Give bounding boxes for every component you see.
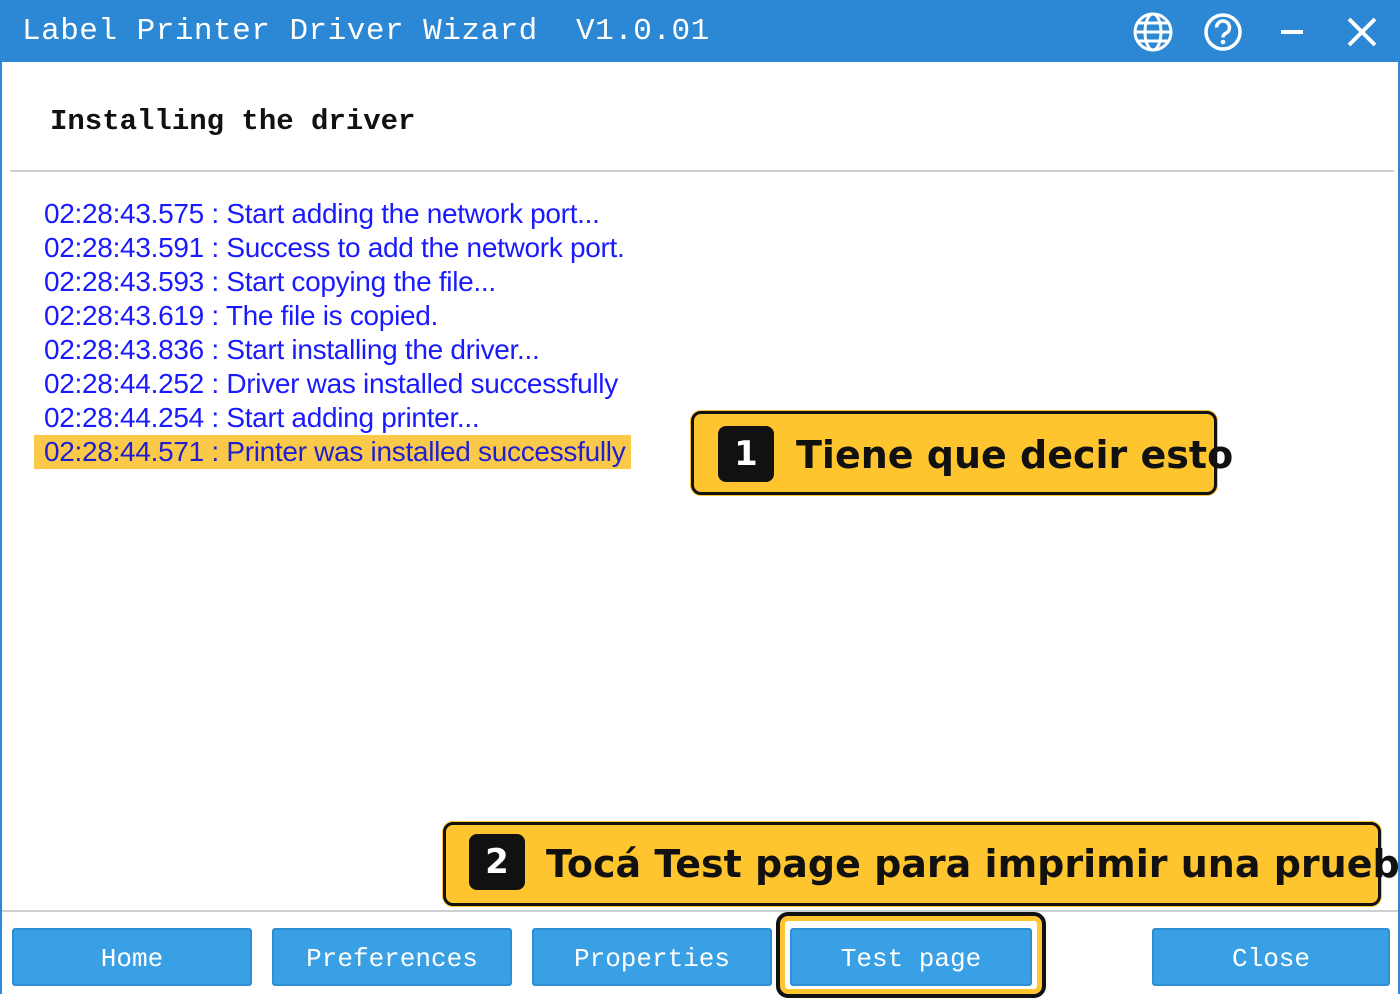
minimize-icon[interactable]	[1270, 10, 1314, 54]
log-line: 02:28:44.252 : Driver was installed succ…	[44, 368, 618, 399]
callout-2-text: Tocá Test page para imprimir una prueba	[546, 842, 1400, 886]
callout-2: 2 Tocá Test page para imprimir una prueb…	[443, 822, 1400, 906]
properties-button[interactable]: Properties	[532, 928, 772, 986]
preferences-button[interactable]: Preferences	[272, 928, 512, 986]
home-button[interactable]: Home	[12, 928, 252, 986]
globe-icon[interactable]	[1131, 10, 1175, 54]
test-page-button[interactable]: Test page	[790, 928, 1032, 986]
log-line-highlighted: 02:28:44.571 : Printer was installed suc…	[34, 435, 632, 469]
header-divider	[10, 170, 1394, 172]
log-line: 02:28:43.575 : Start adding the network …	[44, 198, 600, 229]
title-bar: Label Printer Driver Wizard V1.0.01	[0, 0, 1400, 62]
log-line: 02:28:43.836 : Start installing the driv…	[44, 334, 540, 365]
close-icon[interactable]	[1340, 10, 1384, 54]
callout-1: 1 Tiene que decir esto	[691, 411, 1233, 495]
install-log: 02:28:43.575 : Start adding the network …	[34, 197, 632, 469]
log-line: 02:28:43.591 : Success to add the networ…	[44, 232, 625, 263]
callout-1-badge: 1	[718, 426, 774, 482]
log-line: 02:28:44.254 : Start adding printer...	[44, 402, 480, 433]
log-line: 02:28:43.593 : Start copying the file...	[44, 266, 496, 297]
log-line: 02:28:43.619 : The file is copied.	[44, 300, 439, 331]
help-icon[interactable]	[1201, 10, 1245, 54]
callout-1-text: Tiene que decir esto	[796, 433, 1234, 477]
window-title: Label Printer Driver Wizard V1.0.01	[22, 14, 710, 49]
footer-divider	[2, 910, 1398, 912]
callout-2-badge: 2	[469, 834, 525, 890]
window-border-left	[0, 62, 2, 994]
close-button[interactable]: Close	[1152, 928, 1390, 986]
page-heading: Installing the driver	[50, 105, 416, 138]
